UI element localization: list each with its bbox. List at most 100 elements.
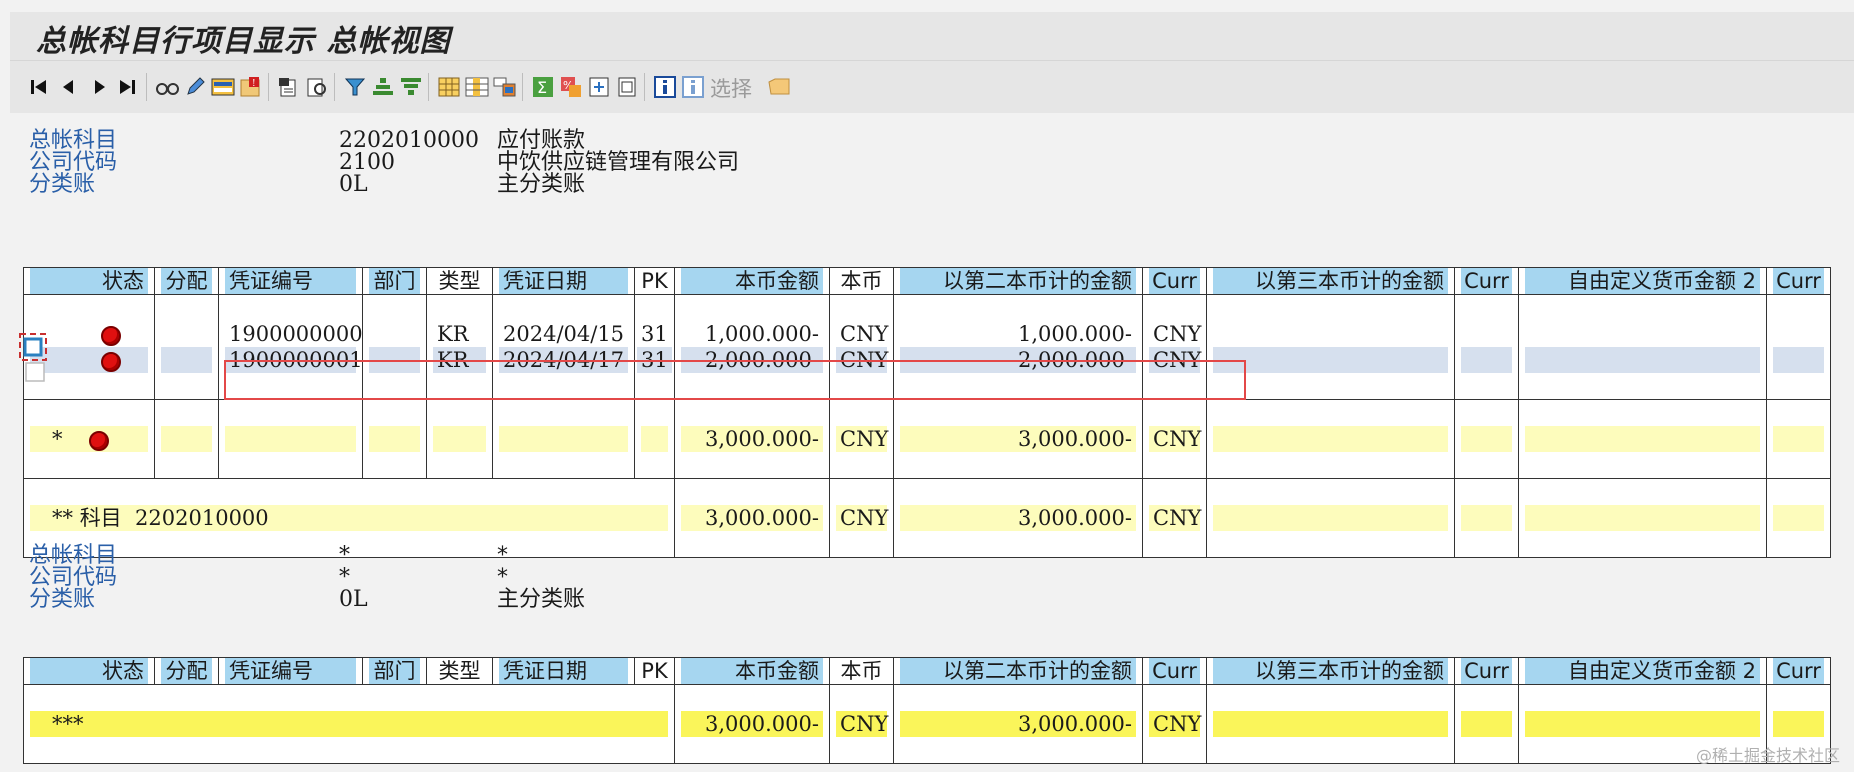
ledger-desc: 主分类账 bbox=[497, 587, 586, 612]
ledger-desc: 主分类账 bbox=[497, 172, 586, 197]
grand-total-table: 状态 分配 凭证编号 部门 类型 凭证日期 PK 本币金额 本币 以第二本币计的… bbox=[23, 657, 1831, 764]
col-curr-2[interactable]: Curr bbox=[1149, 268, 1200, 294]
column-header-row: 状态 分配 凭证编号 部门 类型 凭证日期 PK 本币金额 本币 以第二本币计的… bbox=[23, 657, 1831, 685]
sort-ascending-icon[interactable] bbox=[370, 74, 396, 100]
col-local-currency[interactable]: 本币 bbox=[836, 658, 887, 684]
col-curr-3[interactable]: Curr bbox=[1461, 268, 1512, 294]
subtotal-second-amount: 3,000.000- bbox=[900, 426, 1136, 452]
find-icon[interactable] bbox=[304, 74, 330, 100]
row-selector-1[interactable] bbox=[18, 332, 48, 362]
exception-icon[interactable]: ! bbox=[238, 74, 264, 100]
subtotal-layout-icon[interactable] bbox=[492, 74, 518, 100]
last-page-icon[interactable] bbox=[114, 74, 140, 100]
col-doc-number[interactable]: 凭证编号 bbox=[225, 658, 356, 684]
subtotal-row[interactable]: * 3,000.000- CNY 3,000.000- CNY bbox=[23, 426, 1831, 452]
second-currency: CNY bbox=[1149, 321, 1201, 347]
subtotal-icon[interactable]: % bbox=[558, 74, 584, 100]
col-doc-number[interactable]: 凭证编号 bbox=[225, 268, 356, 294]
header-block-2: 总帐科目 * * 公司代码 * * 分类账 0L 主分类账 bbox=[29, 543, 829, 623]
account-total-number: 2202010000 bbox=[135, 506, 269, 530]
ledger-value: 0L bbox=[339, 172, 368, 197]
subtotal-mark: * bbox=[52, 427, 63, 451]
layout-icon[interactable] bbox=[210, 74, 236, 100]
col-curr-4[interactable]: Curr bbox=[1773, 658, 1824, 684]
select-label[interactable]: 选择 bbox=[710, 73, 752, 103]
subtotal-amount: 3,000.000- bbox=[681, 426, 823, 452]
account-total-label: ** 科目 2202010000 bbox=[30, 505, 668, 531]
toolbar: ! Σ % 选择 bbox=[10, 61, 1854, 113]
account-total-second-currency: CNY bbox=[1149, 505, 1201, 531]
table-icon[interactable] bbox=[436, 74, 462, 100]
col-status[interactable]: 状态 bbox=[30, 268, 148, 294]
col-department[interactable]: 部门 bbox=[369, 268, 420, 294]
info-select-icon[interactable] bbox=[680, 74, 706, 100]
grand-total-currency: CNY bbox=[836, 711, 888, 737]
second-amount: 1,000.000- bbox=[900, 321, 1136, 347]
col-free-amount-2[interactable]: 自由定义货币金额 2 bbox=[1525, 658, 1760, 684]
filter-icon[interactable] bbox=[342, 74, 368, 100]
next-page-icon[interactable] bbox=[86, 74, 112, 100]
col-second-amount[interactable]: 以第二本币计的金额 bbox=[900, 268, 1136, 294]
col-free-amount-2[interactable]: 自由定义货币金额 2 bbox=[1525, 268, 1760, 294]
doc-type: KR bbox=[433, 321, 486, 347]
doc-number[interactable]: 1900000000 bbox=[225, 321, 362, 347]
col-type[interactable]: 类型 bbox=[433, 658, 486, 684]
first-page-icon[interactable] bbox=[26, 74, 52, 100]
print-icon[interactable] bbox=[614, 74, 640, 100]
doc-date: 2024/04/15 bbox=[499, 321, 628, 347]
column-header-row: 状态 分配 凭证编号 部门 类型 凭证日期 PK 本币金额 本币 以第二本币计的… bbox=[23, 267, 1831, 295]
watermark: @稀土掘金技术社区 bbox=[1695, 746, 1840, 765]
col-pk[interactable]: PK bbox=[641, 268, 668, 294]
col-curr-4[interactable]: Curr bbox=[1773, 268, 1824, 294]
account-total-row[interactable]: ** 科目 2202010000 3,000.000- CNY 3,000.00… bbox=[23, 505, 1831, 531]
col-curr-2[interactable]: Curr bbox=[1149, 658, 1200, 684]
glasses-icon[interactable] bbox=[154, 74, 180, 100]
col-third-amount[interactable]: 以第三本币计的金额 bbox=[1213, 658, 1448, 684]
col-local-amount[interactable]: 本币金额 bbox=[681, 658, 823, 684]
table-row[interactable]: 1900000000 KR 2024/04/15 31 1,000.000- C… bbox=[23, 321, 1831, 347]
page-title: 总帐科目行项目显示 总帐视图 bbox=[36, 24, 451, 59]
col-doc-date[interactable]: 凭证日期 bbox=[499, 268, 628, 294]
pencil-icon[interactable] bbox=[182, 74, 208, 100]
export-icon[interactable] bbox=[586, 74, 612, 100]
header-block-1: 总帐科目 2202010000 应付账款 公司代码 2100 中饮供应链管理有限… bbox=[29, 128, 829, 208]
folder-icon[interactable] bbox=[766, 74, 792, 100]
grand-total-row[interactable]: *** 3,000.000- CNY 3,000.000- CNY bbox=[23, 711, 1831, 737]
document-icon[interactable] bbox=[276, 74, 302, 100]
grand-total-mark: *** bbox=[30, 711, 668, 737]
row-selector-2[interactable] bbox=[25, 362, 45, 382]
col-department[interactable]: 部门 bbox=[369, 658, 420, 684]
col-pk[interactable]: PK bbox=[641, 658, 668, 684]
col-assignment[interactable]: 分配 bbox=[161, 268, 212, 294]
posting-key: 31 bbox=[637, 321, 672, 347]
sort-descending-icon[interactable] bbox=[398, 74, 424, 100]
col-curr-3[interactable]: Curr bbox=[1461, 658, 1512, 684]
col-local-amount[interactable]: 本币金额 bbox=[681, 268, 823, 294]
status-icon bbox=[89, 430, 110, 451]
ledger-label: 分类账 bbox=[29, 172, 96, 197]
col-assignment[interactable]: 分配 bbox=[161, 658, 212, 684]
col-doc-date[interactable]: 凭证日期 bbox=[499, 658, 628, 684]
svg-text:Σ: Σ bbox=[537, 78, 547, 97]
ledger-value: 0L bbox=[339, 587, 368, 612]
local-currency: CNY bbox=[836, 321, 888, 347]
col-type[interactable]: 类型 bbox=[433, 268, 486, 294]
info-icon[interactable] bbox=[652, 74, 678, 100]
col-third-amount[interactable]: 以第三本币计的金额 bbox=[1213, 268, 1448, 294]
subtotal-second-currency: CNY bbox=[1149, 426, 1201, 452]
col-local-currency[interactable]: 本币 bbox=[836, 268, 887, 294]
col-second-amount[interactable]: 以第二本币计的金额 bbox=[900, 658, 1136, 684]
highlight-box bbox=[224, 360, 1246, 400]
previous-page-icon[interactable] bbox=[56, 74, 82, 100]
title-bar: 总帐科目行项目显示 总帐视图 bbox=[10, 12, 1854, 61]
grand-total-second-amount: 3,000.000- bbox=[900, 711, 1136, 737]
subtotal-currency: CNY bbox=[836, 426, 888, 452]
col-status[interactable]: 状态 bbox=[30, 658, 148, 684]
sum-icon[interactable]: Σ bbox=[530, 74, 556, 100]
grand-total-amount: 3,000.000- bbox=[681, 711, 823, 737]
columns-icon[interactable] bbox=[464, 74, 490, 100]
account-total-amount: 3,000.000- bbox=[681, 505, 823, 531]
account-total-second-amount: 3,000.000- bbox=[900, 505, 1136, 531]
grand-total-second-currency: CNY bbox=[1149, 711, 1201, 737]
line-item-table: 状态 分配 凭证编号 部门 类型 凭证日期 PK 本币金额 本币 以第二本币计的… bbox=[23, 267, 1831, 558]
